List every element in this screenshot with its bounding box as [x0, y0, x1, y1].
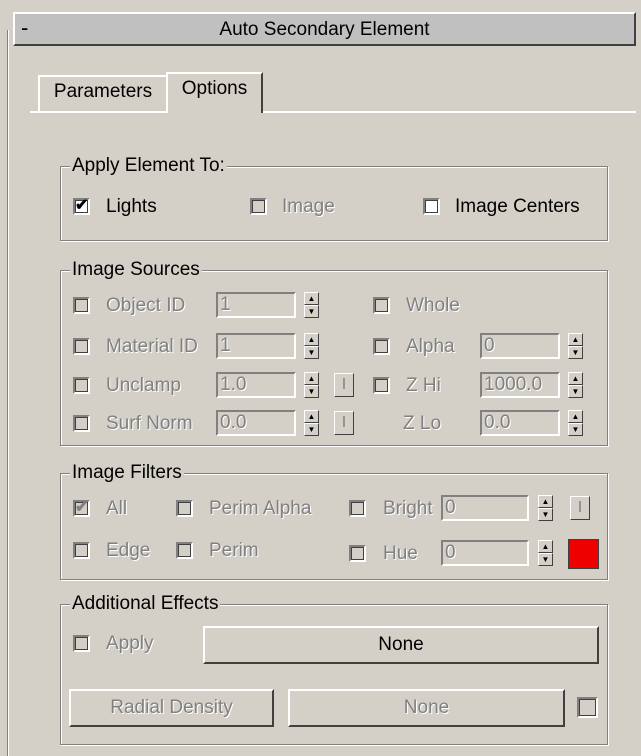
object-id-spinner[interactable]: ▲ ▼ [304, 292, 319, 318]
perim-alpha-checkbox[interactable] [176, 500, 193, 517]
image-checkbox[interactable] [250, 198, 267, 215]
unclamp-map-button[interactable]: I [334, 373, 354, 397]
surf-norm-label: Surf Norm [106, 413, 193, 434]
image-centers-checkbox[interactable] [423, 198, 440, 215]
all-checkbox[interactable]: ✔ [73, 499, 90, 517]
perim-alpha-label: Perim Alpha [209, 498, 312, 519]
material-id-spinner[interactable]: ▲ ▼ [304, 333, 319, 359]
perim-checkbox[interactable] [176, 542, 193, 559]
tab-baseline [30, 111, 636, 113]
z-lo-field[interactable]: 0.0 [480, 410, 560, 436]
hue-checkbox[interactable] [349, 545, 366, 562]
alpha-spinner[interactable]: ▲ ▼ [568, 333, 583, 359]
whole-label: Whole [406, 295, 460, 316]
surf-norm-checkbox[interactable] [73, 415, 90, 432]
check-icon: ✔ [75, 197, 89, 214]
rollout-title: Auto Secondary Element [219, 19, 430, 40]
z-hi-field[interactable]: 1000.0 [480, 372, 560, 398]
lights-checkbox[interactable]: ✔ [73, 197, 90, 215]
spinner-down-icon[interactable]: ▼ [568, 385, 583, 398]
image-label: Image [282, 196, 335, 217]
check-icon: ✔ [75, 499, 89, 516]
spinner-up-icon[interactable]: ▲ [304, 410, 319, 423]
object-id-field[interactable]: 1 [216, 292, 296, 318]
surf-norm-spinner[interactable]: ▲ ▼ [304, 410, 319, 436]
spinner-down-icon[interactable]: ▼ [568, 346, 583, 359]
image-sources-title: Image Sources [70, 259, 202, 281]
unclamp-label: Unclamp [106, 375, 181, 396]
z-hi-checkbox[interactable] [373, 377, 390, 394]
alpha-checkbox[interactable] [373, 338, 390, 355]
z-lo-spinner[interactable]: ▲ ▼ [568, 410, 583, 436]
spinner-up-icon[interactable]: ▲ [538, 540, 553, 553]
surf-norm-map-button[interactable]: I [334, 411, 354, 435]
apply-checkbox[interactable] [73, 635, 90, 652]
surf-norm-field[interactable]: 0.0 [216, 410, 296, 436]
spinner-up-icon[interactable]: ▲ [538, 495, 553, 508]
tab-options[interactable]: Options [166, 72, 263, 113]
bright-label: Bright [383, 498, 433, 519]
rollout-header[interactable]: - Auto Secondary Element [13, 12, 636, 46]
alpha-label: Alpha [406, 336, 455, 357]
additional-effects-title: Additional Effects [70, 593, 221, 615]
bright-field[interactable]: 0 [441, 495, 529, 521]
z-hi-label: Z Hi [406, 375, 441, 396]
unclamp-spinner[interactable]: ▲ ▼ [304, 372, 319, 398]
tab-parameters[interactable]: Parameters [38, 75, 168, 111]
hue-field[interactable]: 0 [441, 540, 529, 566]
unclamp-checkbox[interactable] [73, 377, 90, 394]
spinner-down-icon[interactable]: ▼ [304, 305, 319, 318]
apply-label: Apply [106, 633, 154, 654]
spinner-down-icon[interactable]: ▼ [304, 346, 319, 359]
radial-density-button[interactable]: Radial Density [69, 689, 274, 727]
apply-map-button[interactable]: None [203, 626, 599, 664]
z-lo-label: Z Lo [403, 413, 442, 434]
z-hi-spinner[interactable]: ▲ ▼ [568, 372, 583, 398]
bright-checkbox[interactable] [349, 500, 366, 517]
spinner-down-icon[interactable]: ▼ [304, 385, 319, 398]
hue-color-swatch[interactable] [568, 539, 599, 569]
lights-label: Lights [106, 196, 157, 217]
edge-checkbox[interactable] [73, 542, 90, 559]
radial-density-map-checkbox[interactable] [577, 697, 598, 718]
radial-density-map-button[interactable]: None [288, 689, 565, 727]
image-filters-title: Image Filters [70, 462, 184, 484]
bright-map-button[interactable]: I [570, 496, 590, 520]
hue-label: Hue [383, 543, 418, 564]
rollout-border-highlight [8, 30, 9, 756]
edge-label: Edge [106, 540, 151, 561]
spinner-up-icon[interactable]: ▲ [304, 292, 319, 305]
spinner-up-icon[interactable]: ▲ [568, 333, 583, 346]
spinner-up-icon[interactable]: ▲ [304, 333, 319, 346]
image-centers-label: Image Centers [455, 196, 580, 217]
alpha-field[interactable]: 0 [480, 333, 560, 359]
apply-element-to-title: Apply Element To: [70, 155, 227, 177]
hue-spinner[interactable]: ▲ ▼ [538, 540, 553, 566]
spinner-up-icon[interactable]: ▲ [304, 372, 319, 385]
perim-label: Perim [209, 540, 259, 561]
spinner-up-icon[interactable]: ▲ [568, 410, 583, 423]
spinner-down-icon[interactable]: ▼ [538, 553, 553, 566]
bright-spinner[interactable]: ▲ ▼ [538, 495, 553, 521]
spinner-down-icon[interactable]: ▼ [568, 423, 583, 436]
spinner-down-icon[interactable]: ▼ [304, 423, 319, 436]
material-id-field[interactable]: 1 [216, 333, 296, 359]
material-id-label: Material ID [106, 336, 198, 357]
whole-checkbox[interactable] [373, 297, 390, 314]
spinner-down-icon[interactable]: ▼ [538, 508, 553, 521]
object-id-label: Object ID [106, 295, 186, 316]
object-id-checkbox[interactable] [73, 297, 90, 314]
material-id-checkbox[interactable] [73, 338, 90, 355]
unclamp-field[interactable]: 1.0 [216, 372, 296, 398]
spinner-up-icon[interactable]: ▲ [568, 372, 583, 385]
all-label: All [106, 498, 128, 519]
